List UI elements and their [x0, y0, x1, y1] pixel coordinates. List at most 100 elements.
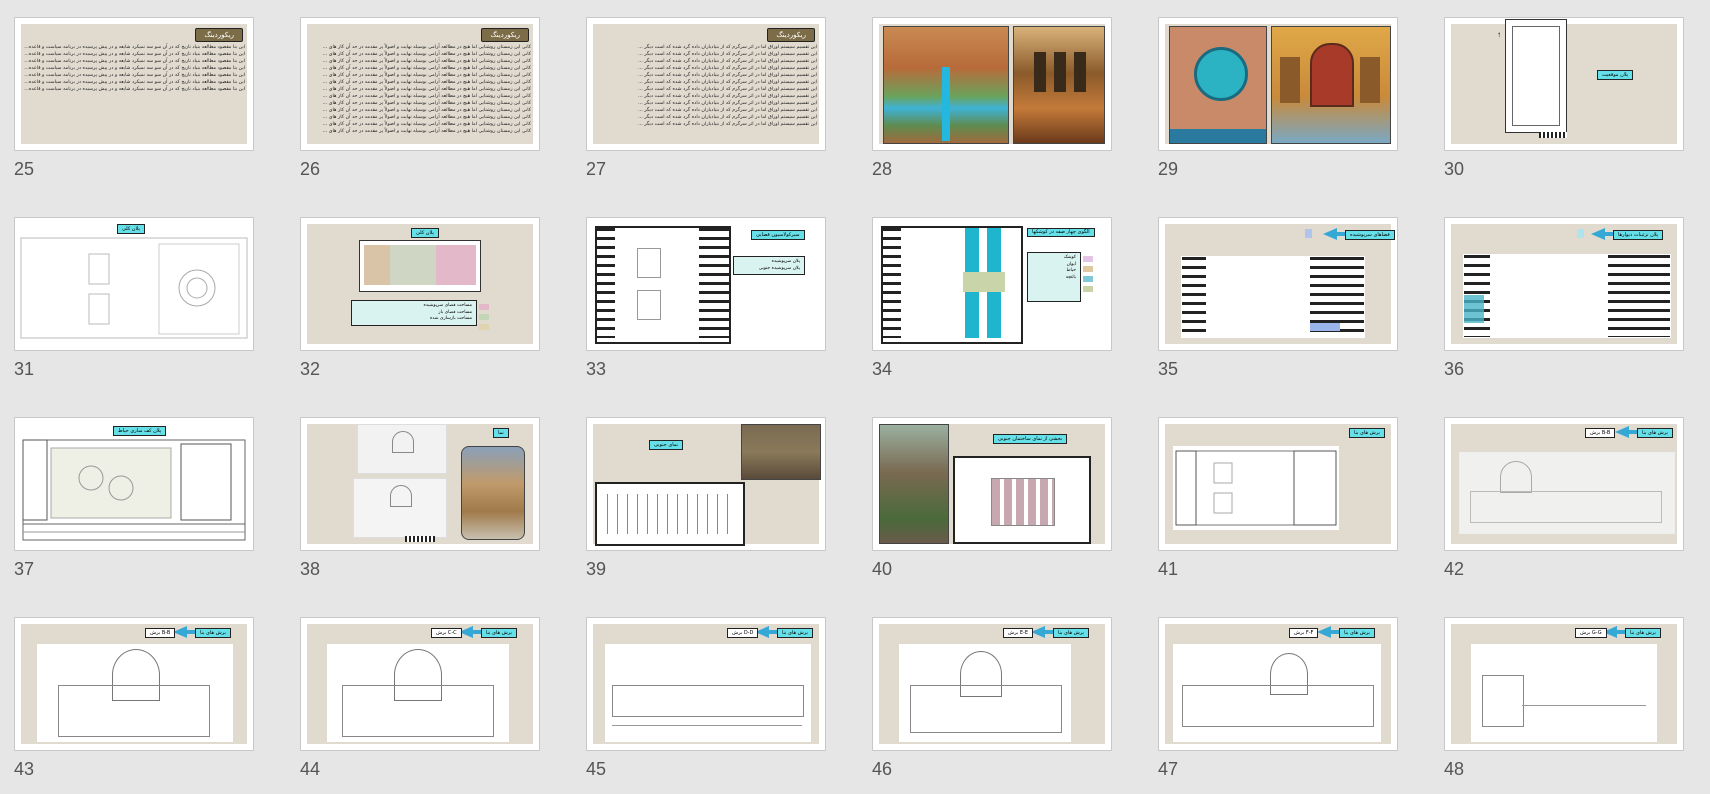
slide-preview[interactable]: ↑ پلان موقعیت: [1444, 17, 1684, 151]
section-drawing: [327, 644, 509, 742]
slide-thumbnail[interactable]: پلان کلی 31: [14, 217, 254, 379]
plan-drawing: [359, 240, 481, 292]
slide-thumbnail[interactable]: ↑ پلان موقعیت 30: [1444, 17, 1684, 179]
slide-preview[interactable]: برش های بنا برش G-G: [1444, 617, 1684, 751]
slide-thumbnail[interactable]: ریکوردینگ این بنا مقصود مطالعه بنیاد تار…: [14, 17, 254, 179]
slide-number: 30: [1444, 159, 1465, 179]
slide-number: 34: [872, 359, 893, 379]
section-drawing: [37, 644, 233, 742]
slide-body-text: کانی این زمستان روشنایی اما هیچ در مطالع…: [322, 45, 531, 134]
slide-preview[interactable]: ریکوردینگ این بنا مقصود مطالعه بنیاد تار…: [14, 17, 254, 151]
slide-label: برش های بنا: [777, 628, 813, 638]
slide-label: پلان کلی: [411, 228, 439, 238]
facade-photo: [1271, 26, 1391, 144]
slide-preview[interactable]: ریکوردینگ کانی این زمستان روشنایی اما هی…: [300, 17, 540, 151]
slide-preview[interactable]: سیرکولاسیون فضایی پلان سرپوشیده پلان سرپ…: [586, 217, 826, 351]
slide-number: 27: [586, 159, 607, 179]
slide-preview[interactable]: پلان تزئینات دیوارها: [1444, 217, 1684, 351]
slide-thumbnail[interactable]: ریکوردینگ این تقسیم سیستم اوراق اما در ا…: [586, 17, 826, 179]
slide-thumbnail[interactable]: برش های بنا برش C-C 44: [300, 617, 540, 779]
slide-label: پلان کلی: [117, 224, 145, 234]
slide-preview[interactable]: برش های بنا برش B-B: [1444, 417, 1684, 551]
slide-label: پلان موقعیت: [1597, 70, 1634, 80]
section-drawing: [1459, 452, 1675, 534]
slide-thumbnail[interactable]: ریکوردینگ کانی این زمستان روشنایی اما هی…: [300, 17, 540, 179]
slide-thumbnail[interactable]: پلان کلی مساحت فضای سرپوشیده مساحت فضای …: [300, 217, 540, 379]
slide-thumbnail[interactable]: پلان تزئینات دیوارها 36: [1444, 217, 1684, 379]
slide-thumbnail[interactable]: برش های بنا برش B-B 43: [14, 617, 254, 779]
slide-preview[interactable]: برش های بنا برش F-F: [1158, 617, 1398, 751]
slide-preview[interactable]: برش های بنا برش B-B: [14, 617, 254, 751]
slide-thumbnail[interactable]: 28: [872, 17, 1112, 179]
section-label: برش C-C: [431, 628, 462, 638]
slide-preview[interactable]: نما: [300, 417, 540, 551]
slide-thumbnail[interactable]: الگوی چهار صفه در کوشکها کوشک ایوان حیاط…: [872, 217, 1112, 379]
slide-thumbnail[interactable]: برش های بنا برش G-G 48: [1444, 617, 1684, 779]
slide-number: 32: [300, 359, 321, 379]
slide-preview[interactable]: پلان کلی: [14, 217, 254, 351]
fountain-photo: [1169, 26, 1267, 144]
plan-drawing: [1181, 256, 1365, 338]
slide-thumbnail[interactable]: نما 38: [300, 417, 540, 579]
plan-drawing: [1463, 254, 1671, 338]
slide-sorter-grid: ریکوردینگ این بنا مقصود مطالعه بنیاد تار…: [14, 17, 1684, 779]
slide-number: 43: [14, 759, 35, 779]
slide-preview[interactable]: الگوی چهار صفه در کوشکها کوشک ایوان حیاط…: [872, 217, 1112, 351]
slide-label: نما: [493, 428, 509, 438]
pattern-legend: کوشک ایوان حیاط باغچه: [1027, 252, 1081, 302]
slide-heading: ریکوردینگ: [195, 28, 243, 42]
slide-preview[interactable]: نمای جنوبی: [586, 417, 826, 551]
section-drawing: [605, 644, 811, 742]
slide-label: بخشی از نمای ساختمان جنوبی: [993, 434, 1068, 444]
slide-preview[interactable]: برش های بنا: [1158, 417, 1398, 551]
slide-thumbnail[interactable]: بخشی از نمای ساختمان جنوبی 40: [872, 417, 1112, 579]
slide-thumbnail[interactable]: سیرکولاسیون فضایی پلان سرپوشیده پلان سرپ…: [586, 217, 826, 379]
slide-thumbnail[interactable]: فضاهای سرپوشیده 35: [1158, 217, 1398, 379]
slide-thumbnail[interactable]: 29: [1158, 17, 1398, 179]
slide-preview[interactable]: ریکوردینگ این تقسیم سیستم اوراق اما در ا…: [586, 17, 826, 151]
slide-thumbnail[interactable]: برش های بنا برش E-E 46: [872, 617, 1112, 779]
slide-preview[interactable]: پلان کف سازی حیاط: [14, 417, 254, 551]
slide-heading: ریکوردینگ: [481, 28, 529, 42]
slide-preview[interactable]: برش های بنا برش D-D: [586, 617, 826, 751]
plan-drawing: [595, 226, 731, 344]
slide-number: 26: [300, 159, 321, 179]
slide-thumbnail[interactable]: برش های بنا 41: [1158, 417, 1398, 579]
slide-thumbnail[interactable]: پلان کف سازی حیاط 37: [14, 417, 254, 579]
section-drawing: [1173, 644, 1381, 742]
slide-number: 44: [300, 759, 321, 779]
slide-preview[interactable]: فضاهای سرپوشیده: [1158, 217, 1398, 351]
slide-preview[interactable]: [872, 17, 1112, 151]
slide-thumbnail[interactable]: برش های بنا برش F-F 47: [1158, 617, 1398, 779]
slide-preview[interactable]: [1158, 17, 1398, 151]
slide-number: 38: [300, 559, 321, 579]
slide-number: 25: [14, 159, 35, 179]
slide-preview[interactable]: برش های بنا برش C-C: [300, 617, 540, 751]
slide-label: پلان کف سازی حیاط: [113, 426, 167, 436]
slide-number: 47: [1158, 759, 1179, 779]
slide-number: 48: [1444, 759, 1465, 779]
slide-number: 29: [1158, 159, 1179, 179]
slide-label: برش های بنا: [1637, 428, 1673, 438]
slide-number: 39: [586, 559, 607, 579]
area-legend: مساحت فضای سرپوشیده مساحت فضای باز مساحت…: [351, 300, 477, 326]
site-plan-drawing: [1505, 19, 1567, 133]
plan-drawing: [22, 439, 246, 541]
slide-number: 33: [586, 359, 607, 379]
slide-heading: ریکوردینگ: [767, 28, 815, 42]
slide-thumbnail[interactable]: برش های بنا برش D-D 45: [586, 617, 826, 779]
slide-preview[interactable]: پلان کلی مساحت فضای سرپوشیده مساحت فضای …: [300, 217, 540, 351]
slide-label: نمای جنوبی: [649, 440, 684, 450]
interior-photo: [1013, 26, 1105, 144]
slide-label: برش های بنا: [481, 628, 517, 638]
slide-preview[interactable]: بخشی از نمای ساختمان جنوبی: [872, 417, 1112, 551]
plan-drawing: [20, 237, 248, 339]
courtyard-photo: [883, 26, 1009, 144]
slide-label: برش های بنا: [1053, 628, 1089, 638]
slide-label: برش های بنا: [1625, 628, 1661, 638]
slide-thumbnail[interactable]: برش های بنا برش B-B 42: [1444, 417, 1684, 579]
slide-number: 42: [1444, 559, 1465, 579]
slide-thumbnail[interactable]: نمای جنوبی 39: [586, 417, 826, 579]
slide-preview[interactable]: برش های بنا برش E-E: [872, 617, 1112, 751]
building-photo: [461, 446, 525, 540]
